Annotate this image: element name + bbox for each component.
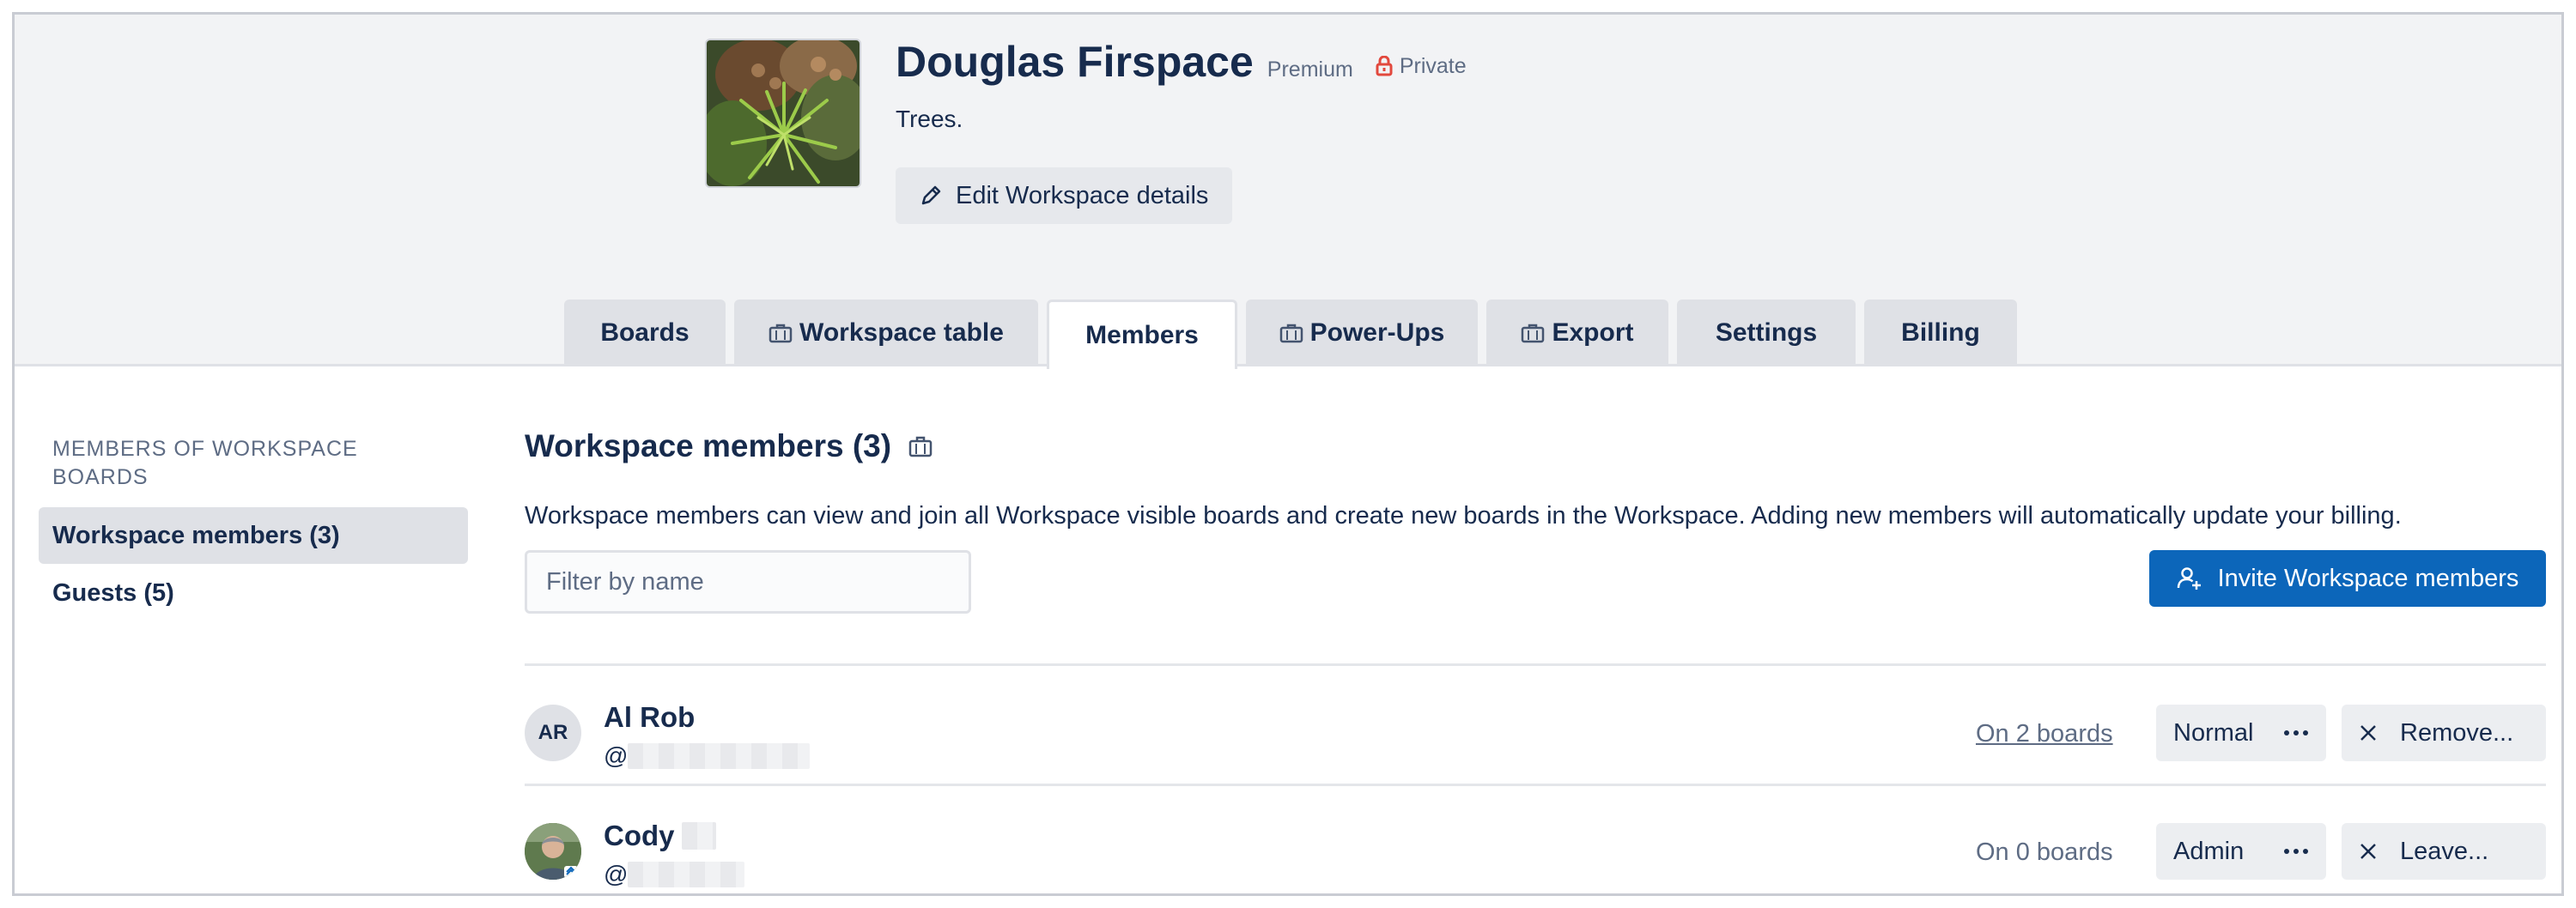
member-row: Cody @ On 0 boards Admin Leave... bbox=[525, 794, 2546, 893]
pine-cone-image bbox=[707, 40, 860, 186]
member-role-button[interactable]: Normal bbox=[2156, 705, 2326, 761]
leave-workspace-button[interactable]: Leave... bbox=[2342, 823, 2546, 880]
member-role-button[interactable]: Admin bbox=[2156, 823, 2326, 880]
tab-export[interactable]: Export bbox=[1486, 300, 1668, 366]
member-handle: @ bbox=[604, 742, 811, 770]
handle-prefix: @ bbox=[604, 861, 629, 887]
page-frame: Douglas Firspace Premium Private Trees. … bbox=[12, 12, 2564, 896]
tab-members[interactable]: Members bbox=[1047, 300, 1237, 369]
redacted-handle bbox=[628, 743, 811, 769]
visibility-indicator[interactable]: Private bbox=[1376, 54, 1467, 79]
edit-workspace-button[interactable]: Edit Workspace details bbox=[896, 167, 1233, 224]
member-name-text: Al Rob bbox=[604, 701, 696, 733]
sidebar-item-workspace-members[interactable]: Workspace members (3) bbox=[39, 507, 468, 564]
filter-by-name-input[interactable] bbox=[525, 550, 971, 614]
tab-label: Workspace table bbox=[799, 318, 1004, 347]
workspace-description: Trees. bbox=[896, 106, 963, 132]
sidebar-item-label: Guests (5) bbox=[52, 578, 174, 607]
premium-briefcase-icon bbox=[769, 324, 793, 343]
premium-badge: Premium bbox=[1267, 58, 1353, 82]
user-photo bbox=[525, 823, 581, 880]
lock-icon bbox=[1376, 56, 1393, 76]
close-icon bbox=[2360, 725, 2376, 741]
tab-billing[interactable]: Billing bbox=[1864, 300, 2017, 366]
sidebar-item-guests[interactable]: Guests (5) bbox=[39, 565, 468, 621]
member-boards-link[interactable]: On 2 boards bbox=[1976, 720, 2113, 748]
member-row: AR Al Rob @ On 2 boards Normal Remove... bbox=[525, 675, 2546, 787]
members-description: Workspace members can view and join all … bbox=[525, 502, 2402, 530]
workspace-logo bbox=[707, 40, 860, 186]
members-heading: Workspace members (3) bbox=[525, 428, 933, 464]
tab-workspace-table[interactable]: Workspace table bbox=[734, 300, 1038, 366]
premium-briefcase-icon bbox=[1522, 324, 1545, 343]
remove-label: Remove... bbox=[2400, 718, 2514, 747]
tab-label: Export bbox=[1552, 318, 1634, 347]
edit-workspace-label: Edit Workspace details bbox=[956, 181, 1209, 209]
invite-label: Invite Workspace members bbox=[2217, 564, 2519, 592]
leave-label: Leave... bbox=[2400, 837, 2489, 865]
member-boards-count: On 0 boards bbox=[1976, 838, 2113, 866]
member-name: Al Rob bbox=[604, 701, 695, 734]
tab-label: Members bbox=[1085, 321, 1199, 349]
divider bbox=[525, 663, 2546, 666]
add-person-icon bbox=[2177, 567, 2201, 590]
handle-prefix: @ bbox=[604, 742, 629, 769]
more-dots-icon bbox=[2284, 849, 2308, 854]
member-name-text: Cody bbox=[604, 820, 675, 851]
tab-label: Settings bbox=[1715, 318, 1818, 347]
pencil-icon bbox=[921, 185, 941, 205]
avatar-initials: AR bbox=[538, 721, 568, 744]
close-icon bbox=[2360, 844, 2376, 859]
workspace-name: Douglas Firspace bbox=[896, 38, 1254, 86]
divider bbox=[525, 784, 2546, 786]
sidebar-item-label: Workspace members (3) bbox=[52, 521, 340, 549]
premium-briefcase-icon bbox=[908, 436, 933, 457]
sidebar-heading: MEMBERS OF WORKSPACE BOARDS bbox=[52, 437, 358, 489]
tab-label: Boards bbox=[600, 318, 690, 347]
tab-power-ups[interactable]: Power-Ups bbox=[1246, 300, 1478, 366]
redacted-surname bbox=[681, 822, 716, 850]
remove-member-button[interactable]: Remove... bbox=[2342, 705, 2546, 761]
tab-label: Billing bbox=[1901, 318, 1980, 347]
workspace-header: Douglas Firspace Premium Private Trees. … bbox=[15, 15, 2561, 369]
tab-label: Power-Ups bbox=[1309, 318, 1445, 347]
invite-workspace-members-button[interactable]: Invite Workspace members bbox=[2149, 550, 2546, 607]
tab-settings[interactable]: Settings bbox=[1677, 300, 1856, 366]
workspace-tabs: Boards Workspace table Members Power-Ups… bbox=[15, 300, 2561, 369]
workspace-title-row: Douglas Firspace Premium Private bbox=[896, 37, 1467, 87]
avatar[interactable] bbox=[525, 823, 581, 880]
premium-briefcase-icon bbox=[1279, 324, 1303, 343]
role-label: Normal bbox=[2173, 718, 2254, 747]
role-label: Admin bbox=[2173, 837, 2245, 865]
members-title: Workspace members (3) bbox=[525, 428, 892, 463]
member-handle: @ bbox=[604, 861, 745, 888]
redacted-handle bbox=[628, 862, 745, 887]
tab-boards[interactable]: Boards bbox=[564, 300, 726, 366]
avatar[interactable]: AR bbox=[525, 705, 581, 761]
member-name: Cody bbox=[604, 820, 716, 852]
more-dots-icon bbox=[2284, 730, 2308, 735]
visibility-label: Private bbox=[1399, 53, 1467, 78]
